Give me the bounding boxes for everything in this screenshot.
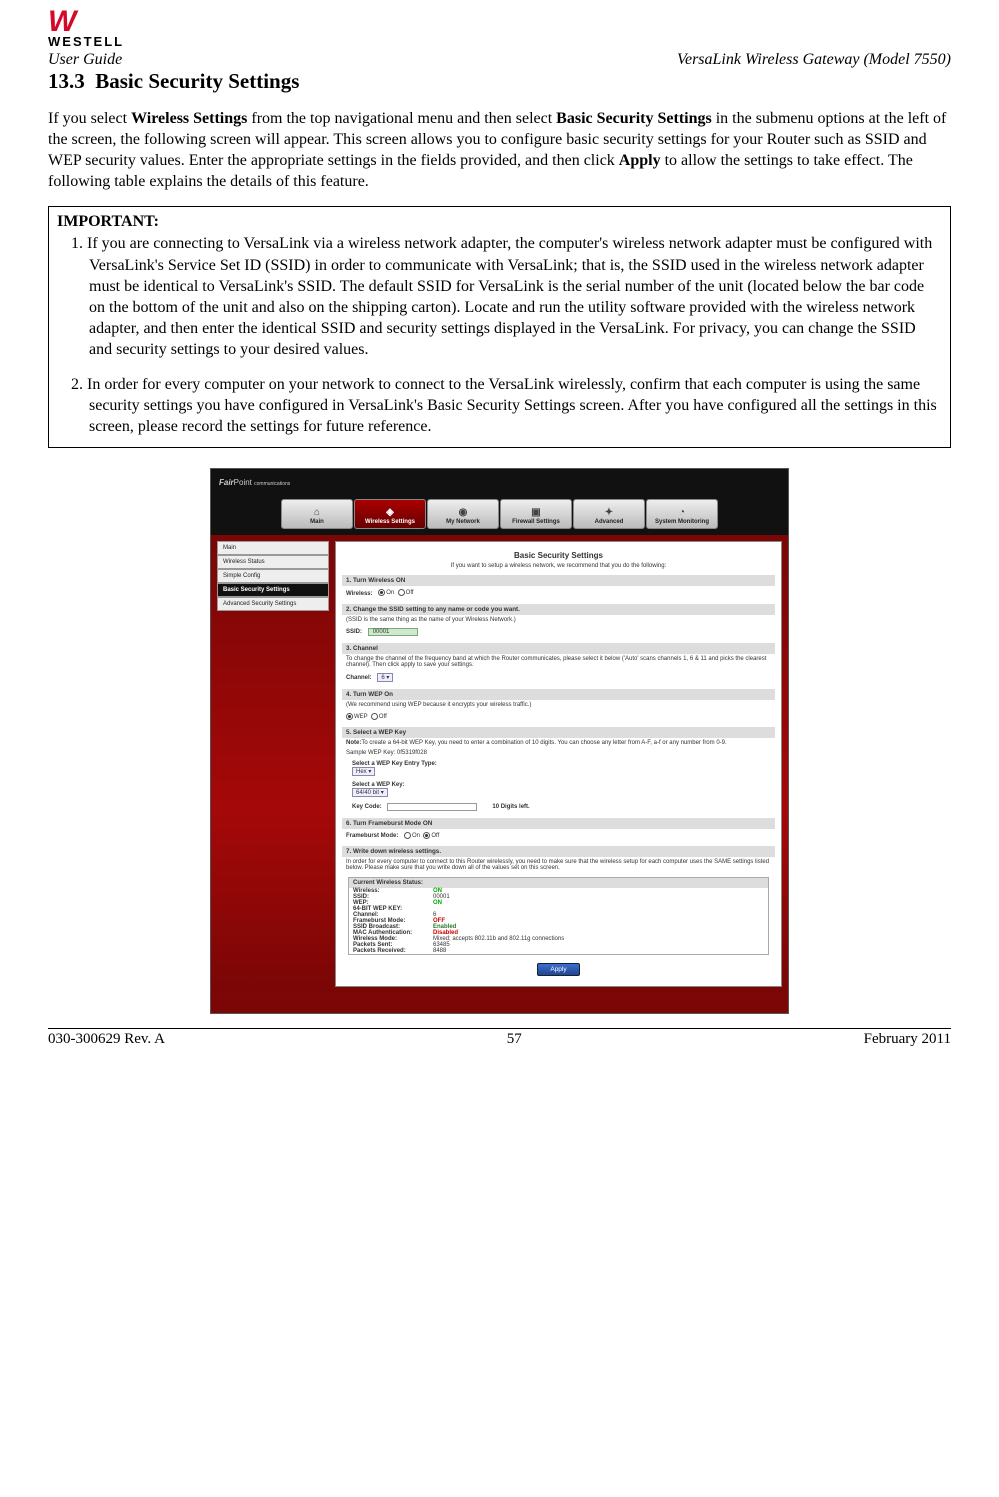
gear-icon: ✦ <box>605 507 613 518</box>
embedded-screenshot: FairPoint communications ⌂Main ◈Wireless… <box>48 468 951 1013</box>
wep-key-code-input[interactable] <box>387 803 477 811</box>
wep-key-select-row: Select a WEP Key: 64/40 bit ▾ <box>342 779 775 800</box>
tab-firewall[interactable]: ▣Firewall Settings <box>500 499 572 529</box>
current-status-box: Current Wireless Status: Wireless:ONSSID… <box>348 877 769 955</box>
sidebar-item-advanced-security[interactable]: Advanced Security Settings <box>217 597 329 611</box>
important-item-2: 2. In order for every computer on your n… <box>57 374 942 437</box>
network-icon: ◉ <box>459 507 468 518</box>
ssid-note: (SSID is the same thing as the name of y… <box>342 615 775 625</box>
page-footer: 030-300629 Rev. A 57 February 2011 <box>48 1029 951 1048</box>
step-1-head: 1. Turn Wireless ON <box>342 575 775 586</box>
step-7-head: 7. Write down wireless settings. <box>342 846 775 857</box>
intro-paragraph: If you select Wireless Settings from the… <box>48 108 951 192</box>
section-number: 13.3 <box>48 69 85 93</box>
wep-note: (We recommend using WEP because it encry… <box>342 700 775 710</box>
header-right: VersaLink Wireless Gateway (Model 7550) <box>677 51 951 69</box>
settings-panel: Basic Security Settings If you want to s… <box>335 541 782 986</box>
step-2-head: 2. Change the SSID setting to any name o… <box>342 604 775 615</box>
tab-advanced[interactable]: ✦Advanced <box>573 499 645 529</box>
tab-main[interactable]: ⌂Main <box>281 499 353 529</box>
logo-brand: WESTELL <box>48 34 951 49</box>
monitor-icon: ◔ <box>679 507 685 518</box>
sidebar: Main Wireless Status Simple Config Basic… <box>217 541 329 986</box>
status-row: Packets Received:8488 <box>349 948 768 954</box>
wep-key-note: Note:To create a 64-bit WEP Key, you nee… <box>342 738 775 748</box>
tab-my-network[interactable]: ◉My Network <box>427 499 499 529</box>
channel-row: Channel: 6 ▾ <box>342 670 775 685</box>
step-4-head: 4. Turn WEP On <box>342 689 775 700</box>
frameburst-off-radio[interactable] <box>423 832 430 839</box>
status-rows: Wireless:ONSSID:00001WEP:ON64-BIT WEP KE… <box>349 888 768 954</box>
tab-wireless-settings[interactable]: ◈Wireless Settings <box>354 499 426 529</box>
footer-center: 57 <box>507 1031 522 1048</box>
step-3-head: 3. Channel <box>342 643 775 654</box>
wireless-icon: ◈ <box>386 507 394 518</box>
frameburst-row: Frameburst Mode: On Off <box>342 829 775 842</box>
footer-left: 030-300629 Rev. A <box>48 1031 165 1048</box>
wep-key-code-row: Key Code: 10 Digits left. <box>342 800 775 814</box>
wep-off-radio[interactable] <box>371 713 378 720</box>
firewall-icon: ▣ <box>531 507 540 518</box>
sidebar-item-wireless-status[interactable]: Wireless Status <box>217 555 329 569</box>
wep-sample: Sample WEP Key: 0f5319f028 <box>342 748 775 758</box>
step-6-head: 6. Turn Frameburst Mode ON <box>342 818 775 829</box>
status-heading: Current Wireless Status: <box>349 878 768 888</box>
sidebar-item-main[interactable]: Main <box>217 541 329 555</box>
header-left: User Guide <box>48 51 122 69</box>
ssid-input[interactable]: 00001 <box>368 628 418 636</box>
panel-title: Basic Security Settings <box>342 551 775 560</box>
wep-toggle-row: WEP Off <box>342 710 775 723</box>
wep-on-radio[interactable] <box>346 713 353 720</box>
ssid-row: SSID: 00001 <box>342 625 775 639</box>
wireless-on-radio[interactable] <box>378 589 385 596</box>
logo-mark: W <box>48 10 951 34</box>
channel-note: To change the channel of the frequency b… <box>342 654 775 670</box>
section-heading: 13.3 Basic Security Settings <box>48 69 951 94</box>
wep-entry-type-row: Select a WEP Key Entry Type: Hex ▾ <box>342 758 775 779</box>
wireless-off-radio[interactable] <box>398 589 405 596</box>
write-down-note: In order for every computer to connect t… <box>342 857 775 873</box>
section-title-text: Basic Security Settings <box>95 69 299 93</box>
header-row: User Guide VersaLink Wireless Gateway (M… <box>48 51 951 69</box>
step-5-head: 5. Select a WEP Key <box>342 727 775 738</box>
home-icon: ⌂ <box>314 507 320 518</box>
brand-logo: W WESTELL <box>48 10 951 49</box>
important-item-1: 1. If you are connecting to VersaLink vi… <box>57 233 942 360</box>
wep-entry-type-select[interactable]: Hex ▾ <box>352 767 375 776</box>
fairpoint-logo: FairPoint communications <box>219 478 290 487</box>
apply-button[interactable]: Apply <box>537 963 579 976</box>
sidebar-item-basic-security[interactable]: Basic Security Settings <box>217 583 329 597</box>
important-heading: IMPORTANT: <box>57 213 942 231</box>
frameburst-on-radio[interactable] <box>404 832 411 839</box>
wireless-toggle-row: Wireless: On Off <box>342 586 775 599</box>
channel-select[interactable]: 6 ▾ <box>377 673 393 682</box>
sidebar-item-simple-config[interactable]: Simple Config <box>217 569 329 583</box>
app-top-bar: FairPoint communications <box>211 469 788 495</box>
footer-right: February 2011 <box>864 1031 951 1048</box>
tab-system-monitoring[interactable]: ◔System Monitoring <box>646 499 718 529</box>
panel-subtitle: If you want to setup a wireless network,… <box>342 563 775 569</box>
wep-key-select[interactable]: 64/40 bit ▾ <box>352 788 388 797</box>
main-nav-tabs: ⌂Main ◈Wireless Settings ◉My Network ▣Fi… <box>211 495 788 535</box>
important-note-box: IMPORTANT: 1. If you are connecting to V… <box>48 206 951 448</box>
